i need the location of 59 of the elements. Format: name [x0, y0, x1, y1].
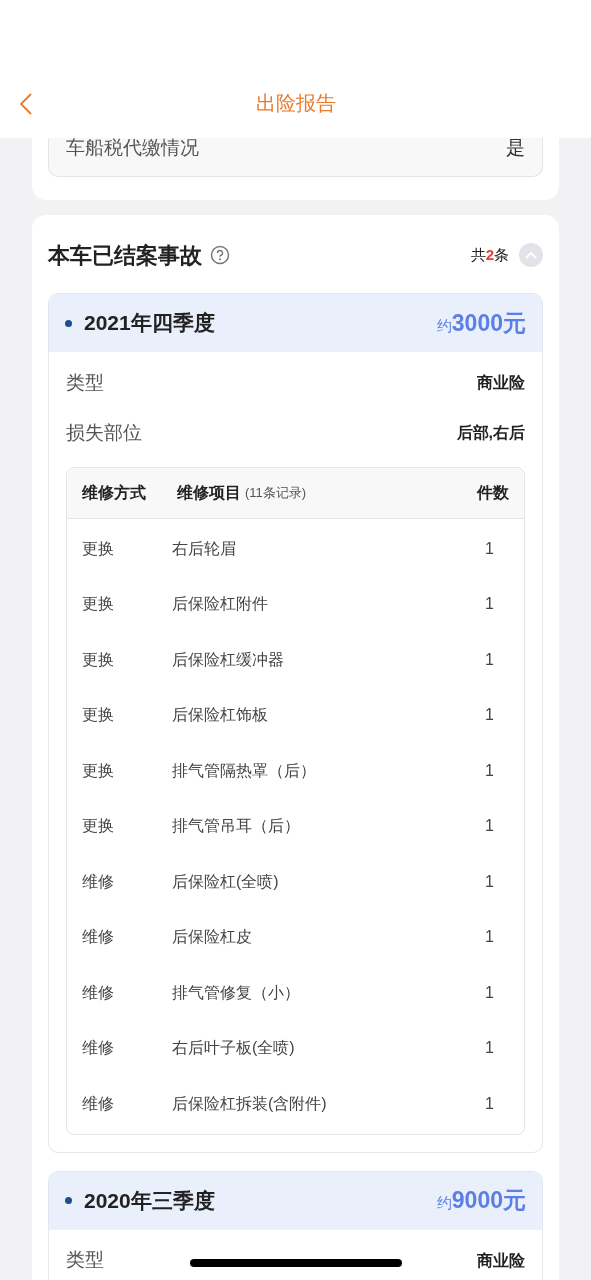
table-cell-text: 后保险杠(全喷) [172, 871, 279, 892]
column-header: 维修方式 [82, 483, 147, 503]
table-cell-text: 更换 [82, 760, 115, 781]
table-cell-text: 后保险杠缓冲器 [172, 649, 284, 670]
chevron-up-icon [525, 251, 537, 259]
table-cell-text: 更换 [82, 594, 115, 615]
table-cell-text: 维修 [82, 871, 115, 892]
help-icon[interactable] [210, 245, 230, 265]
table-cell-text: 1 [485, 1038, 494, 1059]
record-count: (11条记录) [245, 484, 307, 503]
column-header: 件数 [477, 483, 509, 503]
amount-prefix: 约 [436, 316, 452, 336]
table-cell-text: 1 [485, 1093, 494, 1114]
accident-period: 2020年三季度 [84, 1187, 215, 1214]
detail-value: 后部,右后 [456, 423, 525, 443]
table-cell-text: 更换 [82, 538, 115, 559]
table-cell-text: 维修 [82, 927, 115, 948]
table-cell-text: 1 [485, 927, 494, 948]
detail-value: 商业险 [477, 1250, 525, 1271]
table-cell-text: 排气管隔热罩（后） [172, 760, 316, 781]
row-label: 车船税代缴情况 [66, 137, 199, 159]
table-cell-text: 排气管吊耳（后） [172, 816, 300, 837]
detail-label: 类型 [66, 370, 104, 395]
row-value: 是 [506, 137, 525, 159]
table-cell-text: 1 [485, 594, 494, 615]
detail-label: 类型 [66, 1248, 104, 1273]
table-cell-text: 1 [485, 649, 494, 670]
table-cell-text: 右后叶子板(全喷) [172, 1038, 295, 1059]
table-cell-text: 更换 [82, 705, 115, 726]
total-count: 共2条 [470, 244, 509, 265]
table-cell-text: 维修 [82, 1038, 115, 1059]
table-cell-text: 1 [485, 982, 494, 1003]
table-cell-text: 维修 [82, 1093, 115, 1114]
table-cell-text: 维修 [82, 982, 115, 1003]
table-cell-text: 更换 [82, 649, 115, 670]
table-cell-text: 1 [485, 871, 494, 892]
table-cell-text: 更换 [82, 816, 115, 837]
section-title: 本车已结案事故 [48, 241, 202, 270]
accident-amount: 9000元 [451, 1186, 526, 1216]
table-cell-text: 后保险杠饰板 [172, 705, 268, 726]
table-cell-text: 1 [485, 816, 494, 837]
table-cell-text: 右后轮眉 [172, 538, 236, 559]
accident-amount: 3000元 [451, 308, 526, 338]
table-cell-text: 排气管修复（小） [172, 982, 300, 1003]
table-cell-text: 后保险杠皮 [172, 927, 252, 948]
table-cell-text: 后保险杠附件 [172, 594, 268, 615]
bullet-icon [65, 1197, 72, 1204]
table-cell-text: 1 [485, 760, 494, 781]
detail-value: 商业险 [477, 373, 525, 393]
accident-period: 2021年四季度 [84, 310, 215, 337]
table-cell-text: 后保险杠拆装(含附件) [172, 1093, 327, 1114]
amount-prefix: 约 [436, 1194, 452, 1214]
page-title: 出险报告 [255, 91, 336, 116]
table-cell-text: 1 [485, 705, 494, 726]
bullet-icon [65, 319, 72, 327]
column-header: 维修项目 [177, 483, 241, 503]
table-cell-text: 1 [485, 538, 494, 559]
detail-label: 损失部位 [66, 420, 142, 445]
back-icon [20, 93, 32, 115]
